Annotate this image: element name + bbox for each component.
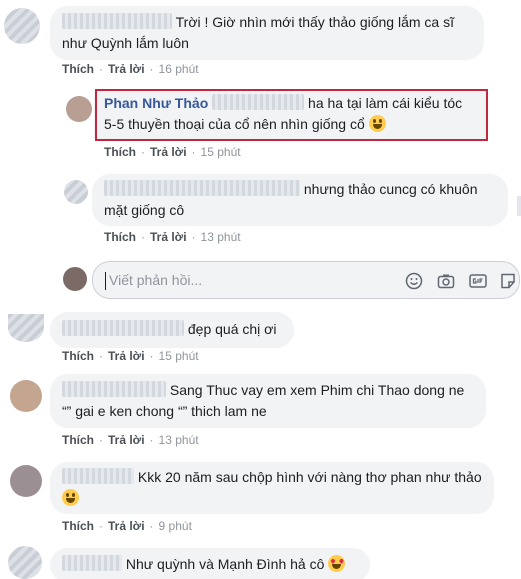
like-link[interactable]: Thích bbox=[62, 433, 94, 447]
highlight-box bbox=[95, 89, 488, 141]
blurred-name[interactable] bbox=[62, 13, 172, 29]
comment-text: Kkk 20 năm sau chộp hình với nàng thơ ph… bbox=[137, 469, 482, 485]
comment-actions: Thích · Trả lời · 13 phút bbox=[62, 433, 199, 447]
timestamp[interactable]: 13 phút bbox=[201, 230, 241, 244]
timestamp[interactable]: 15 phút bbox=[201, 145, 241, 159]
comment-bubble: Sang Thuc vay em xem Phim chi Thao dong … bbox=[50, 374, 486, 428]
sticker-icon[interactable] bbox=[497, 270, 519, 292]
avatar[interactable] bbox=[66, 96, 92, 122]
blurred-name[interactable] bbox=[104, 180, 300, 196]
blurred-name[interactable] bbox=[62, 320, 184, 336]
blurred-name[interactable] bbox=[62, 381, 166, 397]
heart-eyes-emoji-icon bbox=[328, 555, 346, 572]
like-link[interactable]: Thích bbox=[62, 62, 94, 76]
reply-link[interactable]: Trả lời bbox=[108, 349, 145, 363]
timestamp[interactable]: 16 phút bbox=[159, 62, 199, 76]
reply-link[interactable]: Trả lời bbox=[108, 433, 145, 447]
timestamp[interactable]: 13 phút bbox=[159, 433, 199, 447]
avatar[interactable] bbox=[8, 314, 44, 342]
like-link[interactable]: Thích bbox=[62, 349, 94, 363]
laughing-emoji-icon bbox=[62, 489, 79, 506]
camera-icon[interactable] bbox=[435, 270, 457, 292]
gif-icon[interactable] bbox=[467, 270, 489, 292]
emoji-icon[interactable] bbox=[403, 270, 425, 292]
avatar[interactable] bbox=[64, 180, 88, 204]
reply-link[interactable]: Trả lời bbox=[150, 230, 187, 244]
avatar[interactable] bbox=[10, 465, 42, 497]
timestamp[interactable]: 15 phút bbox=[159, 349, 199, 363]
avatar[interactable] bbox=[10, 380, 42, 412]
comment-actions: Thích · Trả lời · 15 phút bbox=[62, 349, 199, 363]
reply-link[interactable]: Trả lời bbox=[108, 62, 145, 76]
comment-bubble: đẹp quá chị ơi bbox=[50, 312, 294, 348]
comment-actions: Thích · Trả lời · 9 phút bbox=[62, 519, 192, 533]
reply-input[interactable]: Viết phản hồi... bbox=[92, 261, 520, 299]
avatar[interactable] bbox=[8, 546, 42, 579]
reply-link[interactable]: Trả lời bbox=[150, 145, 187, 159]
comment-actions: Thích · Trả lời · 16 phút bbox=[62, 62, 199, 76]
avatar[interactable] bbox=[4, 8, 40, 44]
comment-bubble: nhưng thảo cuncg có khuôn mặt giống cô bbox=[92, 174, 508, 226]
comment-bubble: Như quỳnh và Mạnh Đình hả cô bbox=[50, 548, 370, 579]
current-user-avatar bbox=[63, 267, 87, 291]
comment-text: đẹp quá chị ơi bbox=[187, 321, 277, 337]
like-link[interactable]: Thích bbox=[62, 519, 94, 533]
text-caret bbox=[105, 272, 106, 290]
like-link[interactable]: Thích bbox=[104, 145, 136, 159]
blurred-name[interactable] bbox=[62, 555, 122, 571]
comment-bubble: Kkk 20 năm sau chộp hình với nàng thơ ph… bbox=[50, 462, 494, 514]
comment-text: Như quỳnh và Mạnh Đình hả cô bbox=[125, 556, 325, 572]
timestamp[interactable]: 9 phút bbox=[159, 519, 192, 533]
reply-placeholder: Viết phản hồi... bbox=[109, 272, 203, 288]
comment-bubble: Trời ! Giờ nhìn mới thấy thảo giống lắm … bbox=[50, 6, 484, 60]
reply-link[interactable]: Trả lời bbox=[108, 519, 145, 533]
comment-actions: Thích · Trả lời · 13 phút bbox=[104, 230, 241, 244]
blurred-name[interactable] bbox=[62, 468, 134, 484]
comment-actions: Thích · Trả lời · 15 phút bbox=[104, 145, 241, 159]
like-link[interactable]: Thích bbox=[104, 230, 136, 244]
scrollbar[interactable] bbox=[517, 196, 521, 216]
